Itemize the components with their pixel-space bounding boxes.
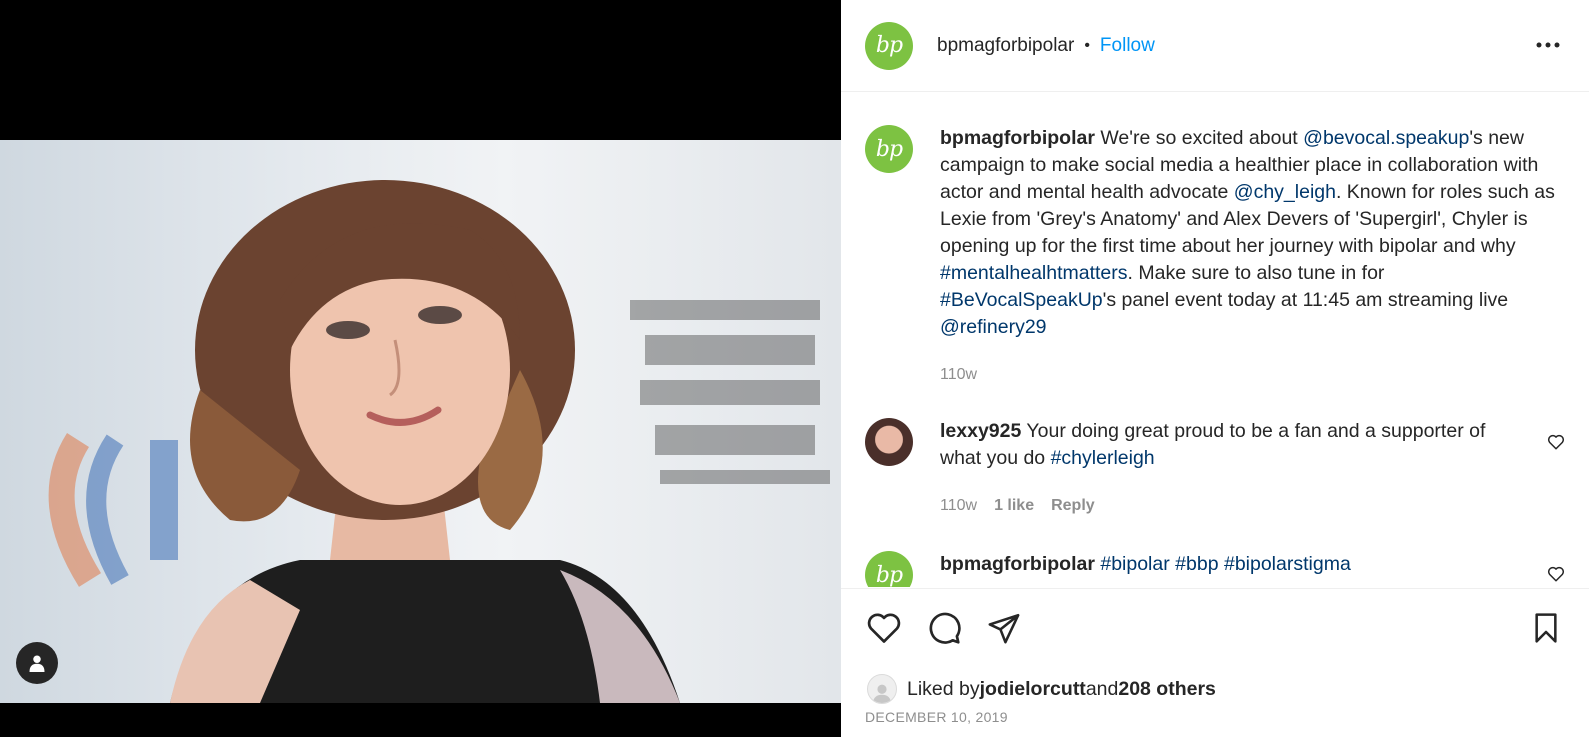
caption-text: . Make sure to also tune in for <box>1127 262 1385 284</box>
post-header: bp bpmagforbipolar • Follow <box>841 0 1589 92</box>
follow-button[interactable]: Follow <box>1100 35 1155 57</box>
comment-button[interactable] <box>925 609 963 647</box>
comment-body: bpmagforbipolar #bipolar #bbp #bipolarst… <box>940 551 1560 587</box>
comments-section[interactable]: bp bpmagforbipolar We're so excited abou… <box>841 93 1589 587</box>
post-photo[interactable] <box>0 140 841 703</box>
more-horizontal-icon <box>1536 42 1560 48</box>
liker-username[interactable]: jodielorcutt <box>980 678 1086 701</box>
heart-icon <box>867 613 901 643</box>
likes-prefix: Liked by <box>907 677 980 700</box>
caption-text: We're so excited about <box>1094 127 1304 149</box>
caption-body: bpmagforbipolar We're so excited about @… <box>940 125 1560 388</box>
mention-link[interactable]: @chy_leigh <box>1234 181 1336 203</box>
likes-summary: Liked by jodielorcutt and 208 others <box>867 674 1216 704</box>
backdrop-pattern <box>630 300 830 484</box>
like-button[interactable] <box>865 609 903 647</box>
bookmark-icon <box>1535 613 1557 643</box>
person-icon <box>29 655 45 672</box>
tagged-user-button[interactable] <box>16 642 58 684</box>
portrait-illustration <box>48 180 830 703</box>
author-username[interactable]: bpmagforbipolar <box>937 35 1074 57</box>
caption-timestamp[interactable]: 110w <box>940 361 977 388</box>
caption-meta: 110w <box>940 361 1560 388</box>
author-avatar[interactable]: bp <box>865 21 913 70</box>
likes-and: and <box>1085 677 1119 700</box>
comment-item: bp bpmagforbipolar #bipolar #bbp #bipola… <box>865 551 1560 587</box>
reply-button[interactable]: Reply <box>1051 492 1095 519</box>
action-buttons <box>865 609 1023 647</box>
comment-body: lexxy925 Your doing great proud to be a … <box>940 418 1520 519</box>
save-button[interactable] <box>1527 609 1565 647</box>
separator-dot: • <box>1084 36 1090 54</box>
like-comment-button[interactable] <box>1547 433 1565 456</box>
hashtag-link[interactable]: #mentalhealhtmatters <box>940 262 1128 284</box>
commenter-avatar[interactable]: bp <box>865 551 913 587</box>
post-details-panel: bp bpmagforbipolar • Follow bp bpmagforb… <box>841 0 1589 737</box>
likes-others-link[interactable]: 208 others <box>1118 678 1216 701</box>
avatar-logo-text: bp <box>875 562 903 588</box>
caption-avatar[interactable]: bp <box>865 125 913 173</box>
post-date[interactable]: DECEMBER 10, 2019 <box>865 709 1008 725</box>
avatar-logo-text: bp <box>875 136 903 162</box>
like-comment-button[interactable] <box>1547 565 1565 587</box>
share-button[interactable] <box>985 609 1023 647</box>
comment-username[interactable]: lexxy925 <box>940 420 1021 442</box>
paper-plane-icon <box>988 613 1020 644</box>
caption-username[interactable]: bpmagforbipolar <box>940 127 1095 149</box>
commenter-avatar[interactable] <box>865 418 913 466</box>
post-media[interactable] <box>0 0 841 737</box>
comment-likes[interactable]: 1 like <box>994 492 1034 519</box>
comment-username[interactable]: bpmagforbipolar <box>940 553 1095 575</box>
hashtag-link[interactable]: #bipolar <box>1100 553 1169 575</box>
comment-text: Your doing great proud to be a fan and a… <box>940 420 1486 469</box>
avatar-logo-text: bp <box>875 33 903 58</box>
hashtag-link[interactable]: #chylerleigh <box>1051 447 1155 469</box>
heart-icon <box>1547 566 1565 582</box>
caption-text: 's panel event today at 11:45 am streami… <box>1102 289 1509 311</box>
more-options-button[interactable] <box>1533 30 1563 60</box>
caption: bp bpmagforbipolar We're so excited abou… <box>865 125 1560 388</box>
comment-meta: 110w 1 like Reply <box>940 492 1520 519</box>
comment-bubble-icon <box>929 612 961 644</box>
liker-avatar[interactable] <box>867 674 897 704</box>
mention-link[interactable]: @bevocal.speakup <box>1303 127 1469 149</box>
hashtag-link[interactable]: #BeVocalSpeakUp <box>940 289 1103 311</box>
hashtag-link[interactable]: #bipolarstigma <box>1224 553 1351 575</box>
comment-item: lexxy925 Your doing great proud to be a … <box>865 418 1520 519</box>
hashtag-link[interactable]: #bbp <box>1175 553 1218 575</box>
default-avatar-icon <box>872 684 892 703</box>
comment-timestamp[interactable]: 110w <box>940 492 977 519</box>
backdrop-logo <box>48 433 178 587</box>
mention-link[interactable]: @refinery29 <box>940 316 1047 338</box>
heart-icon <box>1547 434 1565 450</box>
